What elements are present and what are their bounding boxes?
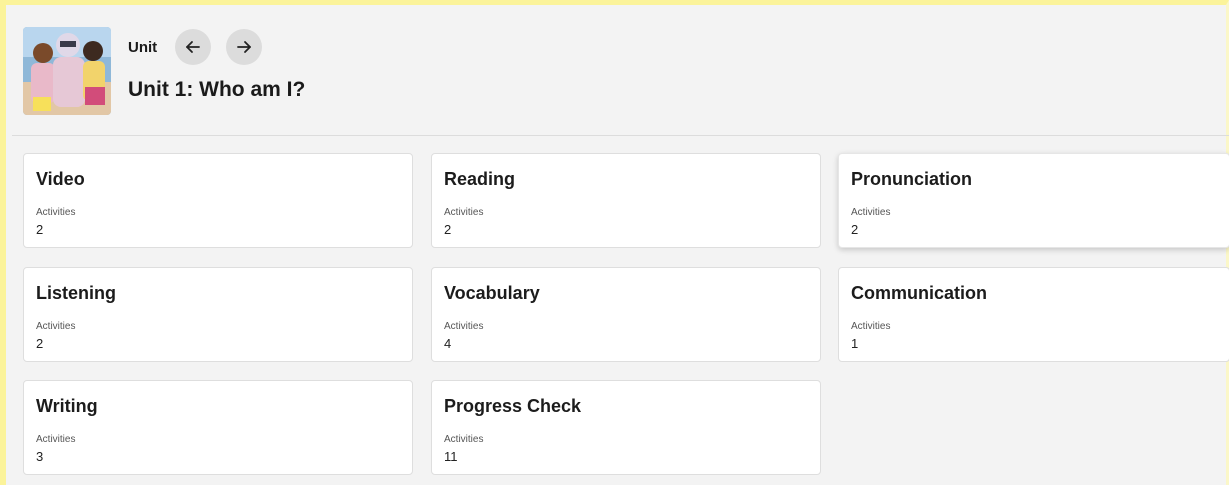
card-activity-count: 4 (444, 336, 452, 351)
card-subtitle: Activities (444, 207, 484, 218)
unit-label: Unit (128, 39, 158, 56)
card-activity-count: 2 (851, 222, 859, 237)
card-subtitle: Activities (851, 321, 891, 332)
card-activity-count: 3 (36, 449, 44, 464)
app-frame: Unit Unit 1: Who am I? Video Activities … (0, 0, 1229, 485)
section-card-writing[interactable]: Writing Activities 3 (23, 380, 413, 475)
previous-unit-button[interactable] (175, 29, 211, 65)
card-activity-count: 11 (444, 449, 458, 464)
cover-illustration (23, 27, 111, 115)
section-card-pronunciation[interactable]: Pronunciation Activities 2 (838, 153, 1229, 248)
unit-cover-image (23, 27, 111, 115)
card-activity-count: 2 (36, 222, 44, 237)
header-divider (12, 135, 1229, 136)
section-card-listening[interactable]: Listening Activities 2 (23, 267, 413, 362)
unit-title: Unit 1: Who am I? (128, 78, 306, 101)
next-unit-button[interactable] (226, 29, 262, 65)
card-subtitle: Activities (444, 434, 484, 445)
card-title: Listening (36, 283, 116, 303)
card-activity-count: 1 (851, 336, 859, 351)
card-title: Writing (36, 396, 98, 416)
section-card-video[interactable]: Video Activities 2 (23, 153, 413, 248)
section-card-vocabulary[interactable]: Vocabulary Activities 4 (431, 267, 821, 362)
unit-header: Unit Unit 1: Who am I? (18, 21, 1218, 133)
section-card-communication[interactable]: Communication Activities 1 (838, 267, 1229, 362)
card-subtitle: Activities (36, 434, 76, 445)
card-subtitle: Activities (444, 321, 484, 332)
section-card-reading[interactable]: Reading Activities 2 (431, 153, 821, 248)
card-activity-count: 2 (36, 336, 44, 351)
card-activity-count: 2 (444, 222, 452, 237)
card-title: Communication (851, 283, 988, 303)
section-card-progress-check[interactable]: Progress Check Activities 11 (431, 380, 821, 475)
card-subtitle: Activities (36, 321, 76, 332)
card-title: Video (36, 169, 85, 189)
card-title: Reading (444, 169, 516, 189)
card-subtitle: Activities (36, 207, 76, 218)
arrow-right-icon (237, 41, 251, 53)
arrow-left-icon (186, 41, 200, 53)
card-subtitle: Activities (851, 207, 891, 218)
card-title: Progress Check (444, 396, 582, 416)
card-title: Pronunciation (851, 169, 972, 189)
card-title: Vocabulary (444, 283, 540, 303)
